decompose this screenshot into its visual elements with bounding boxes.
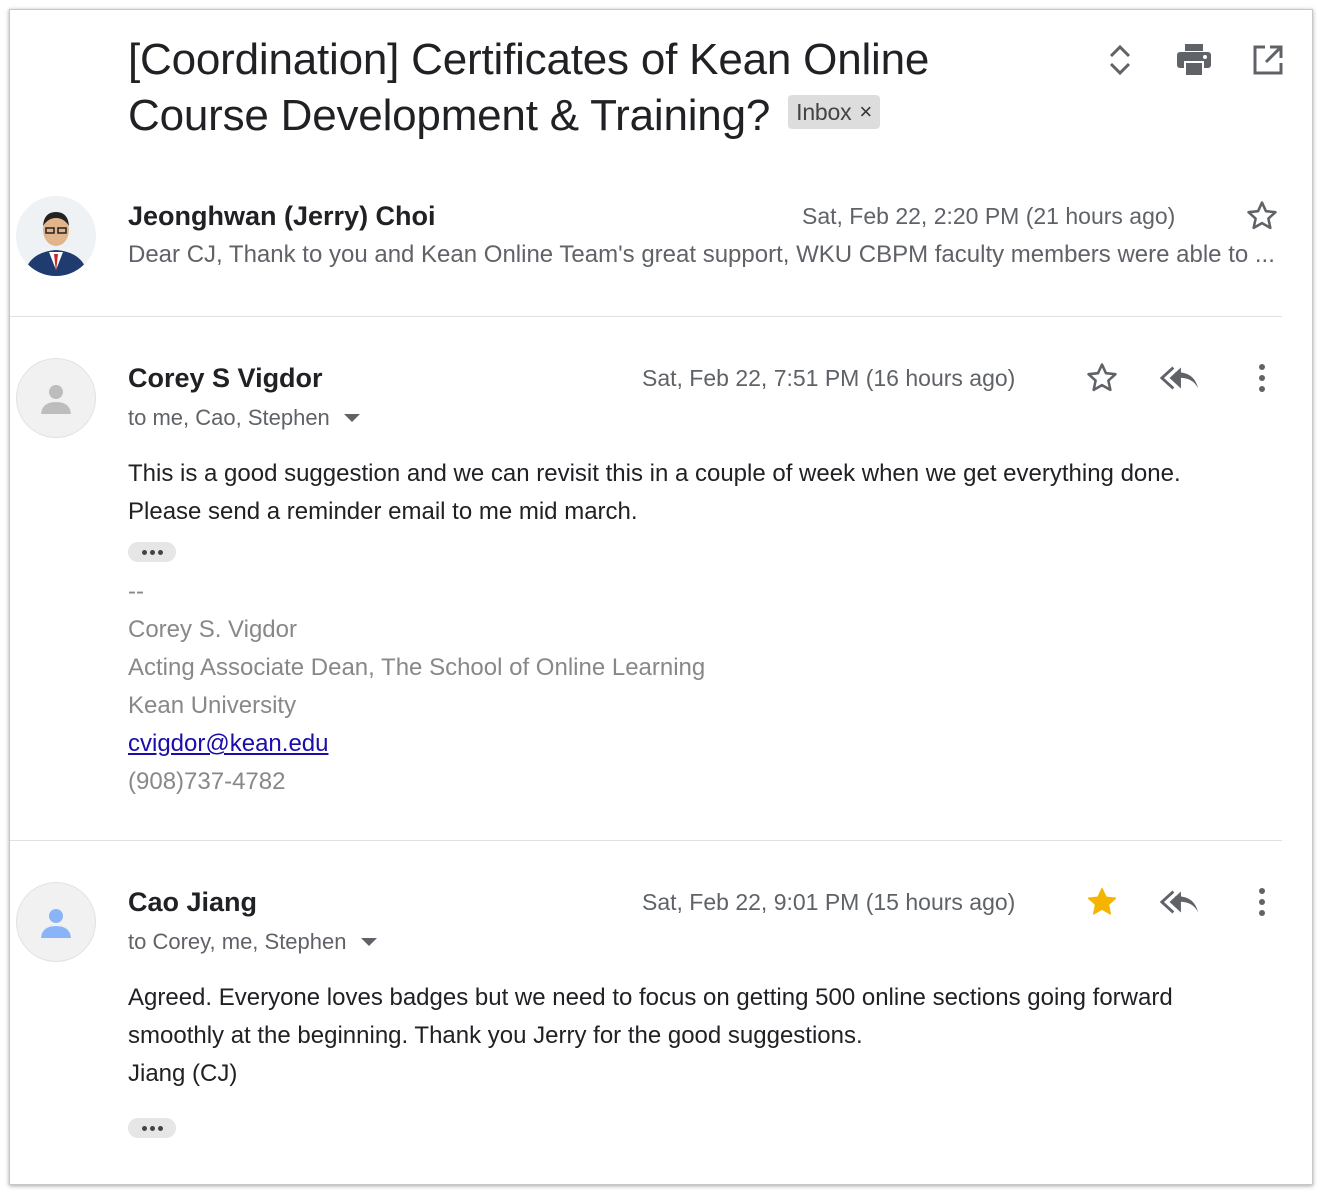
chevron-down-icon[interactable] <box>343 414 360 422</box>
reply-all-icon[interactable] <box>1160 358 1200 398</box>
email-signature: -- Corey S. Vigdor Acting Associate Dean… <box>128 573 705 801</box>
star-filled-icon[interactable] <box>1082 882 1122 922</box>
unfold-icon[interactable] <box>1100 40 1140 80</box>
recipients-text: to Corey, me, Stephen <box>128 929 347 954</box>
thread-subject: [Coordination] Certificates of Kean Onli… <box>128 32 1028 144</box>
message-divider <box>10 840 1282 841</box>
email-thread-window: [Coordination] Certificates of Kean Onli… <box>9 9 1313 1185</box>
chevron-down-icon[interactable] <box>360 938 377 946</box>
remove-label-icon[interactable]: × <box>859 95 872 129</box>
avatar <box>16 196 96 276</box>
recipients-text: to me, Cao, Stephen <box>128 405 330 430</box>
body-line: Jiang (CJ) <box>128 1060 238 1087</box>
inbox-label-chip[interactable]: Inbox × <box>788 95 881 130</box>
sender-name: Cao Jiang <box>128 887 258 917</box>
signature-separator: -- <box>128 578 144 605</box>
open-in-new-icon[interactable] <box>1248 40 1288 80</box>
star-icon[interactable] <box>1242 196 1282 236</box>
signature-title: Acting Associate Dean, The School of Onl… <box>128 654 706 681</box>
sender-name: Corey S Vigdor <box>128 363 323 393</box>
star-icon[interactable] <box>1082 358 1122 398</box>
signature-email-link[interactable]: cvigdor@kean.edu <box>128 730 328 757</box>
recipients-line[interactable]: to me, Cao, Stephen <box>128 405 360 431</box>
sender-name: Jeonghwan (Jerry) Choi <box>128 201 436 231</box>
print-icon[interactable] <box>1174 40 1214 80</box>
thread-toolbar <box>1100 40 1288 80</box>
message-divider <box>10 316 1282 317</box>
reply-all-icon[interactable] <box>1160 882 1200 922</box>
body-line: smoothly at the beginning. Thank you Jer… <box>128 1022 863 1049</box>
avatar-placeholder <box>16 358 96 438</box>
message-date: Sat, Feb 22, 2:20 PM (21 hours ago) <box>802 203 1176 229</box>
message-body: Agreed. Everyone loves badges but we nee… <box>128 979 1288 1093</box>
message-date: Sat, Feb 22, 7:51 PM (16 hours ago) <box>642 365 1016 391</box>
signature-phone: (908)737-4782 <box>128 768 286 795</box>
body-line: This is a good suggestion and we can rev… <box>128 460 1181 487</box>
more-vert-icon[interactable] <box>1242 358 1282 398</box>
show-trimmed-content-button[interactable] <box>128 542 176 562</box>
signature-org: Kean University <box>128 692 297 719</box>
message-body: This is a good suggestion and we can rev… <box>128 455 1288 531</box>
signature-name: Corey S. Vigdor <box>128 616 297 643</box>
inbox-label-text: Inbox <box>796 99 852 126</box>
message-date: Sat, Feb 22, 9:01 PM (15 hours ago) <box>642 889 1016 915</box>
body-line: Agreed. Everyone loves badges but we nee… <box>128 984 1173 1011</box>
more-vert-icon[interactable] <box>1242 882 1282 922</box>
recipients-line[interactable]: to Corey, me, Stephen <box>128 929 377 955</box>
body-line: Please send a reminder email to me mid m… <box>128 498 638 525</box>
message-snippet: Dear CJ, Thank to you and Kean Online Te… <box>128 241 1275 268</box>
avatar-placeholder <box>16 882 96 962</box>
show-trimmed-content-button[interactable] <box>128 1118 176 1138</box>
